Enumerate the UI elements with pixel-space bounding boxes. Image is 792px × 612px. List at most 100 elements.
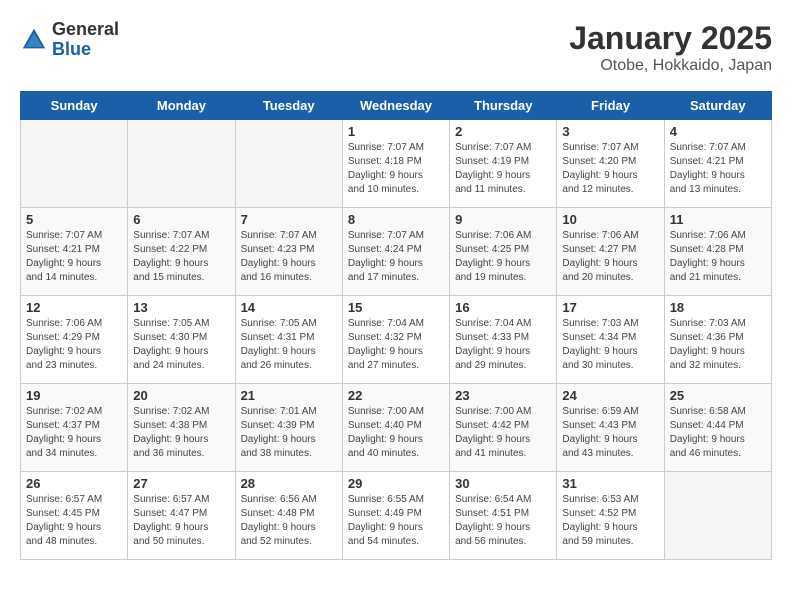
title-block: January 2025 Otobe, Hokkaido, Japan (569, 20, 772, 75)
day-number: 14 (241, 300, 337, 315)
day-info: Sunrise: 6:56 AM Sunset: 4:48 PM Dayligh… (241, 493, 337, 549)
page-subtitle: Otobe, Hokkaido, Japan (569, 57, 772, 75)
day-cell: 3Sunrise: 7:07 AM Sunset: 4:20 PM Daylig… (557, 120, 664, 208)
logo-general-text: General (52, 20, 119, 40)
day-info: Sunrise: 7:07 AM Sunset: 4:19 PM Dayligh… (455, 141, 551, 197)
day-info: Sunrise: 6:55 AM Sunset: 4:49 PM Dayligh… (348, 493, 444, 549)
calendar-table: SundayMondayTuesdayWednesdayThursdayFrid… (20, 91, 772, 560)
day-info: Sunrise: 7:07 AM Sunset: 4:24 PM Dayligh… (348, 229, 444, 285)
page-header: General Blue January 2025 Otobe, Hokkaid… (20, 20, 772, 75)
weekday-header-thursday: Thursday (450, 92, 557, 120)
day-number: 24 (562, 388, 658, 403)
day-cell: 1 Sunrise: 7:07 AM Sunset: 4:18 PM Daylig… (342, 120, 449, 208)
weekday-header-sunday: Sunday (21, 92, 128, 120)
logo-icon (20, 26, 48, 54)
weekday-header-wednesday: Wednesday (342, 92, 449, 120)
day-cell: 14 Sunrise: 7:05 AM Sunset: 4:31 PM Dayli… (235, 296, 342, 384)
day-cell: 11Sunrise: 7:06 AM Sunset: 4:28 PM Dayli… (664, 208, 771, 296)
weekday-header-friday: Friday (557, 92, 664, 120)
weekday-header-row: SundayMondayTuesdayWednesdayThursdayFrid… (21, 92, 772, 120)
day-info: Sunrise: 7:06 AM Sunset: 4:28 PM Dayligh… (670, 229, 766, 285)
day-number: 21 (241, 388, 337, 403)
day-info: Sunrise: 7:06 AM Sunset: 4:27 PM Dayligh… (562, 229, 658, 285)
day-cell (21, 120, 128, 208)
day-cell (235, 120, 342, 208)
page-title: January 2025 (569, 20, 772, 57)
day-number: 13 (133, 300, 229, 315)
day-cell: 18Sunrise: 7:03 AM Sunset: 4:36 PM Dayli… (664, 296, 771, 384)
day-info: Sunrise: 7:06 AM Sunset: 4:29 PM Dayligh… (26, 317, 122, 373)
day-cell: 7Sunrise: 7:07 AM Sunset: 4:23 PM Daylig… (235, 208, 342, 296)
day-cell: 26 Sunrise: 6:57 AM Sunset: 4:45 PM Dayli… (21, 472, 128, 560)
day-number: 5 (26, 212, 122, 227)
day-number: 22 (348, 388, 444, 403)
day-number: 25 (670, 388, 766, 403)
day-info: Sunrise: 6:57 AM Sunset: 4:47 PM Dayligh… (133, 493, 229, 549)
day-number: 12 (26, 300, 122, 315)
day-cell: 5 Sunrise: 7:07 AM Sunset: 4:21 PM Daylig… (21, 208, 128, 296)
day-cell: 6 Sunrise: 7:07 AM Sunset: 4:22 PM Daylig… (128, 208, 235, 296)
day-cell: 20Sunrise: 7:02 AM Sunset: 4:38 PM Dayli… (128, 384, 235, 472)
logo: General Blue (20, 20, 119, 60)
day-info: Sunrise: 7:04 AM Sunset: 4:32 PM Dayligh… (348, 317, 444, 373)
day-number: 31 (562, 476, 658, 491)
day-cell: 13 Sunrise: 7:05 AM Sunset: 4:30 PM Dayli… (128, 296, 235, 384)
day-info: Sunrise: 6:57 AM Sunset: 4:45 PM Dayligh… (26, 493, 122, 549)
day-info: Sunrise: 7:07 AM Sunset: 4:18 PM Dayligh… (348, 141, 444, 197)
day-info: Sunrise: 7:02 AM Sunset: 4:37 PM Dayligh… (26, 405, 122, 461)
day-number: 9 (455, 212, 551, 227)
day-cell: 22Sunrise: 7:00 AM Sunset: 4:40 PM Dayli… (342, 384, 449, 472)
weekday-header-tuesday: Tuesday (235, 92, 342, 120)
day-number: 10 (562, 212, 658, 227)
weekday-header-saturday: Saturday (664, 92, 771, 120)
day-number: 30 (455, 476, 551, 491)
day-cell (664, 472, 771, 560)
day-cell: 15 Sunrise: 7:04 AM Sunset: 4:32 PM Dayli… (342, 296, 449, 384)
day-info: Sunrise: 7:04 AM Sunset: 4:33 PM Dayligh… (455, 317, 551, 373)
day-cell: 27 Sunrise: 6:57 AM Sunset: 4:47 PM Dayli… (128, 472, 235, 560)
day-number: 1 (348, 124, 444, 139)
week-row-2: 5 Sunrise: 7:07 AM Sunset: 4:21 PM Daylig… (21, 208, 772, 296)
logo-text: General Blue (52, 20, 119, 60)
day-info: Sunrise: 7:05 AM Sunset: 4:30 PM Dayligh… (133, 317, 229, 373)
day-cell: 24Sunrise: 6:59 AM Sunset: 4:43 PM Dayli… (557, 384, 664, 472)
day-cell: 9 Sunrise: 7:06 AM Sunset: 4:25 PM Daylig… (450, 208, 557, 296)
week-row-3: 12 Sunrise: 7:06 AM Sunset: 4:29 PM Dayli… (21, 296, 772, 384)
day-cell: 12 Sunrise: 7:06 AM Sunset: 4:29 PM Dayli… (21, 296, 128, 384)
week-row-1: 1 Sunrise: 7:07 AM Sunset: 4:18 PM Daylig… (21, 120, 772, 208)
day-number: 15 (348, 300, 444, 315)
day-info: Sunrise: 7:05 AM Sunset: 4:31 PM Dayligh… (241, 317, 337, 373)
day-number: 29 (348, 476, 444, 491)
week-row-4: 19 Sunrise: 7:02 AM Sunset: 4:37 PM Dayli… (21, 384, 772, 472)
logo-blue-text: Blue (52, 40, 119, 60)
day-info: Sunrise: 7:00 AM Sunset: 4:42 PM Dayligh… (455, 405, 551, 461)
day-number: 2 (455, 124, 551, 139)
day-cell: 4Sunrise: 7:07 AM Sunset: 4:21 PM Daylig… (664, 120, 771, 208)
day-number: 7 (241, 212, 337, 227)
day-cell: 8 Sunrise: 7:07 AM Sunset: 4:24 PM Daylig… (342, 208, 449, 296)
day-number: 17 (562, 300, 658, 315)
day-info: Sunrise: 7:06 AM Sunset: 4:25 PM Dayligh… (455, 229, 551, 285)
day-info: Sunrise: 6:58 AM Sunset: 4:44 PM Dayligh… (670, 405, 766, 461)
day-number: 8 (348, 212, 444, 227)
day-info: Sunrise: 7:03 AM Sunset: 4:36 PM Dayligh… (670, 317, 766, 373)
day-number: 23 (455, 388, 551, 403)
day-info: Sunrise: 7:02 AM Sunset: 4:38 PM Dayligh… (133, 405, 229, 461)
day-number: 16 (455, 300, 551, 315)
day-cell: 10 Sunrise: 7:06 AM Sunset: 4:27 PM Dayli… (557, 208, 664, 296)
day-cell: 19 Sunrise: 7:02 AM Sunset: 4:37 PM Dayli… (21, 384, 128, 472)
day-info: Sunrise: 6:53 AM Sunset: 4:52 PM Dayligh… (562, 493, 658, 549)
day-number: 4 (670, 124, 766, 139)
day-number: 26 (26, 476, 122, 491)
day-info: Sunrise: 7:01 AM Sunset: 4:39 PM Dayligh… (241, 405, 337, 461)
day-info: Sunrise: 7:07 AM Sunset: 4:22 PM Dayligh… (133, 229, 229, 285)
day-cell: 25 Sunrise: 6:58 AM Sunset: 4:44 PM Dayli… (664, 384, 771, 472)
day-number: 19 (26, 388, 122, 403)
day-cell: 23 Sunrise: 7:00 AM Sunset: 4:42 PM Dayli… (450, 384, 557, 472)
day-number: 27 (133, 476, 229, 491)
day-info: Sunrise: 6:54 AM Sunset: 4:51 PM Dayligh… (455, 493, 551, 549)
day-cell: 29 Sunrise: 6:55 AM Sunset: 4:49 PM Dayli… (342, 472, 449, 560)
day-info: Sunrise: 7:07 AM Sunset: 4:21 PM Dayligh… (26, 229, 122, 285)
day-number: 6 (133, 212, 229, 227)
weekday-header-monday: Monday (128, 92, 235, 120)
